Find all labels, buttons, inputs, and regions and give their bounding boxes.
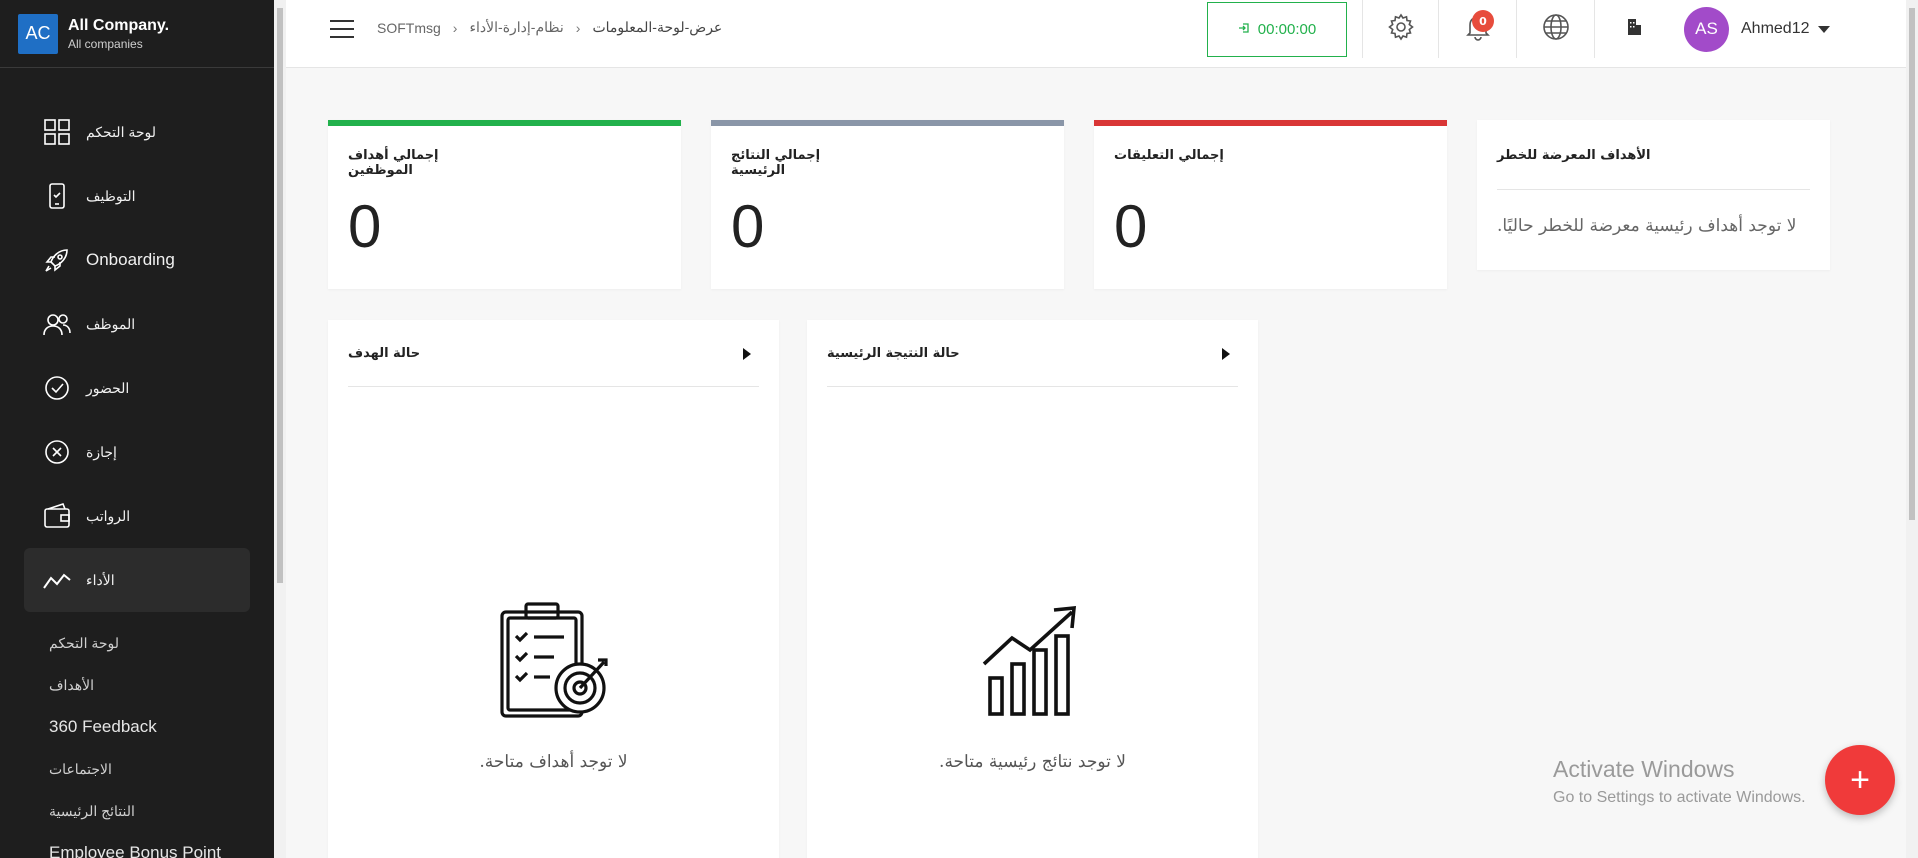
avatar: AS (1684, 6, 1729, 52)
sidebar-scrollbar[interactable] (274, 0, 286, 858)
stat-title: إجمالي أهداف الموظفين (348, 148, 439, 178)
divider (348, 386, 759, 387)
breadcrumb-item[interactable]: SOFTmsg (377, 20, 441, 36)
empty-message: .لا توجد أهداف رئيسية معرضة للخطر حاليًا (1497, 216, 1797, 236)
page-scrollbar[interactable] (1906, 0, 1918, 858)
x-circle-icon (42, 437, 72, 467)
sidebar-item-attendance[interactable]: الحضور (0, 356, 274, 420)
company-name: All Company. (68, 16, 170, 34)
at-risk-objectives-card: الأهداف المعرضة للخطر .لا توجد أهداف رئي… (1477, 120, 1830, 270)
scrollbar-thumb[interactable] (277, 8, 283, 583)
user-name: Ahmed12 (1741, 20, 1810, 37)
sidebar-nav: لوحة التحكم التوظيف Onboarding الموظف ال… (0, 100, 274, 858)
rocket-icon (42, 245, 72, 275)
chevron-right-icon: › (575, 19, 581, 36)
company-subtitle: All companies (68, 36, 143, 51)
company-switch-button[interactable] (1594, 0, 1672, 58)
sidebar-item-dashboard[interactable]: لوحة التحكم (0, 100, 274, 164)
stat-title: إجمالي التعليقات (1114, 148, 1224, 163)
expand-arrow-icon[interactable] (743, 348, 751, 360)
expand-arrow-icon[interactable] (1222, 348, 1230, 360)
stat-value: 0 (1114, 193, 1148, 260)
empty-message: .لا توجد أهداف متاحة (479, 752, 628, 772)
gear-icon (1387, 13, 1415, 45)
sidebar-item-employee[interactable]: الموظف (0, 292, 274, 356)
card-accent-bar (1094, 120, 1447, 126)
sidebar-item-label: الأداء (86, 571, 115, 588)
watermark-line: Activate Windows (1553, 756, 1735, 782)
breadcrumb: SOFTmsg › نظام-إدارة-الأداء › عرض-لوحة-ا… (377, 19, 722, 36)
sidebar-item-label: الرواتب (86, 507, 131, 524)
windows-activation-watermark: Activate Windows Go to Settings to activ… (1553, 756, 1806, 807)
clipboard-target-icon (492, 600, 616, 728)
card-accent-bar (711, 120, 1064, 126)
subnav-item-360-feedback[interactable]: 360 Feedback (0, 706, 274, 748)
users-icon (42, 309, 72, 339)
scrollbar-thumb[interactable] (1909, 8, 1915, 520)
stat-card-key-results: إجمالي النتائج الرئيسية 0 (711, 120, 1064, 289)
objective-status-panel: حالة الهدف .لا توجد أهداف متاحة (328, 320, 779, 858)
company-switcher[interactable]: AC All Company. All companies (0, 0, 274, 68)
add-floating-button[interactable]: + (1825, 745, 1895, 815)
sidebar-item-payroll[interactable]: الرواتب (0, 484, 274, 548)
wallet-icon (42, 501, 72, 531)
sidebar: AC All Company. All companies لوحة التحك… (0, 0, 274, 858)
card-accent-bar (328, 120, 681, 126)
breadcrumb-item[interactable]: نظام-إدارة-الأداء (469, 19, 563, 36)
subnav-item-key-results[interactable]: النتائج الرئيسية (0, 790, 274, 832)
subnav-item-meetings[interactable]: الاجتماعات (0, 748, 274, 790)
divider (1497, 189, 1810, 190)
chevron-right-icon: › (452, 19, 458, 36)
sidebar-item-label: إجازة (86, 443, 117, 460)
login-icon (1238, 22, 1250, 37)
stat-title: إجمالي النتائج الرئيسية (731, 148, 821, 178)
trend-icon (42, 565, 72, 595)
company-logo: AC (18, 13, 58, 54)
stat-card-feedback: إجمالي التعليقات 0 (1094, 120, 1447, 289)
phone-icon (42, 181, 72, 211)
caret-down-icon (1817, 25, 1830, 33)
divider (827, 386, 1238, 387)
sidebar-item-leave[interactable]: إجازة (0, 420, 274, 484)
subnav-item-dashboard[interactable]: لوحة التحكم (0, 622, 274, 664)
subnav-item-objectives[interactable]: الأهداف (0, 664, 274, 706)
top-header: SOFTmsg › نظام-إدارة-الأداء › عرض-لوحة-ا… (286, 0, 1906, 68)
globe-icon (1542, 13, 1570, 45)
check-circle-icon (42, 373, 72, 403)
building-icon (1624, 16, 1644, 42)
panel-title: حالة النتيجة الرئيسية (827, 346, 960, 361)
empty-message: .لا توجد نتائج رئيسية متاحة (939, 752, 1126, 772)
stat-value: 0 (731, 193, 765, 260)
grid-icon (42, 117, 72, 147)
performance-subnav: لوحة التحكم الأهداف 360 Feedback الاجتما… (0, 612, 274, 858)
sidebar-item-label: التوظيف (86, 187, 136, 204)
panel-title: حالة الهدف (348, 346, 421, 361)
subnav-item-bonus-point[interactable]: Employee Bonus Point (0, 832, 274, 858)
sidebar-item-label: لوحة التحكم (86, 123, 157, 140)
sidebar-item-label: Onboarding (86, 250, 175, 269)
user-menu[interactable]: AS Ahmed12 (1684, 6, 1830, 52)
sidebar-item-recruitment[interactable]: التوظيف (0, 164, 274, 228)
sidebar-item-performance[interactable]: الأداء (24, 548, 250, 612)
clock-in-timer[interactable]: 00:00:00 (1207, 2, 1347, 57)
notifications-button[interactable]: 0 (1438, 0, 1516, 58)
card-title: الأهداف المعرضة للخطر (1497, 148, 1651, 163)
growth-chart-icon (978, 600, 1088, 724)
sidebar-item-label: الحضور (86, 379, 130, 396)
timer-value: 00:00:00 (1257, 21, 1317, 38)
menu-toggle-icon[interactable] (330, 20, 354, 40)
language-button[interactable] (1516, 0, 1594, 58)
sidebar-item-label: الموظف (86, 315, 136, 332)
settings-button[interactable] (1362, 0, 1438, 58)
breadcrumb-current: عرض-لوحة-المعلومات (592, 19, 723, 35)
stat-card-employee-objectives: إجمالي أهداف الموظفين 0 (328, 120, 681, 289)
key-result-status-panel: حالة النتيجة الرئيسية .لا توجد نتائج رئي… (807, 320, 1258, 858)
stat-value: 0 (348, 193, 382, 260)
notification-count-badge: 0 (1472, 10, 1494, 32)
sidebar-item-onboarding[interactable]: Onboarding (0, 228, 274, 292)
watermark-line: Go to Settings to activate Windows. (1553, 789, 1806, 806)
